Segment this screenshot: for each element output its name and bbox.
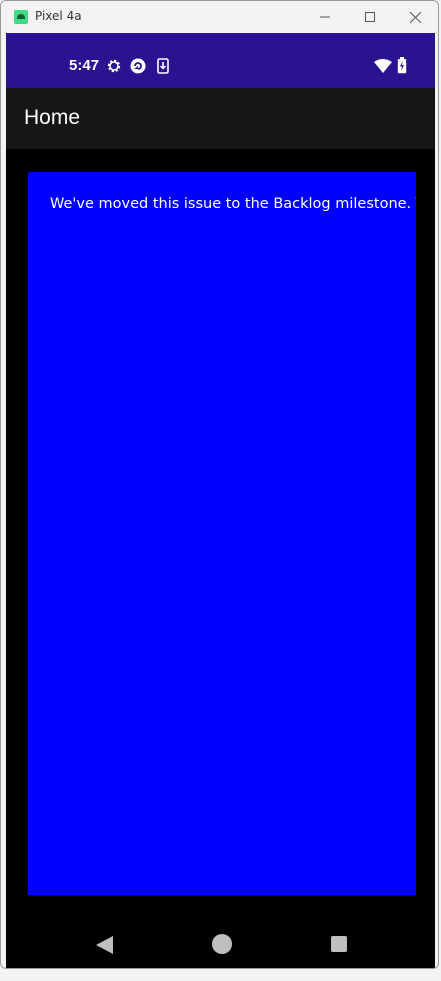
recents-icon[interactable]	[331, 936, 347, 952]
maximize-button[interactable]	[347, 1, 393, 33]
status-bar: 5:47	[6, 33, 435, 88]
download-icon	[157, 58, 169, 74]
window-titlebar[interactable]: Pixel 4a	[1, 1, 438, 33]
page-title: Home	[24, 106, 81, 129]
maximize-icon	[365, 12, 375, 22]
content-area: We've moved this issue to the Backlog mi…	[6, 149, 435, 919]
close-button[interactable]	[392, 1, 438, 33]
navigation-bar	[6, 919, 435, 968]
emulator-window: Pixel 4a 5:47 Home We've moved this issu…	[0, 0, 439, 969]
wifi-icon	[374, 59, 392, 73]
device-screen[interactable]: 5:47 Home We've moved this issue to the …	[6, 33, 435, 968]
android-emulator-icon	[14, 10, 28, 24]
close-icon	[409, 11, 421, 23]
blue-panel: We've moved this issue to the Backlog mi…	[28, 172, 416, 895]
minimize-button[interactable]	[302, 1, 348, 33]
home-icon[interactable]	[212, 934, 232, 954]
back-icon[interactable]	[96, 936, 113, 954]
app-bar: Home	[6, 88, 435, 149]
battery-icon	[397, 57, 407, 74]
status-time: 5:47	[69, 57, 100, 74]
sync-icon	[130, 58, 146, 74]
panel-text: We've moved this issue to the Backlog mi…	[50, 196, 416, 212]
minimize-icon	[320, 16, 330, 18]
settings-icon	[107, 59, 121, 73]
window-title: Pixel 4a	[35, 9, 82, 23]
